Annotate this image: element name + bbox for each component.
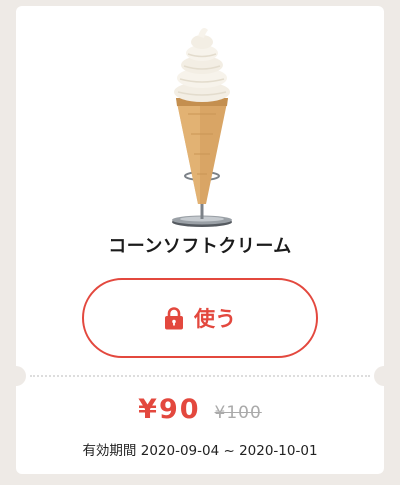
coupon-card: コーンソフトクリーム 使う ¥90 ¥100 有効期間 2020-09-04 ~… [16,6,384,474]
price-row: ¥90 ¥100 [16,394,384,425]
perforation-divider [30,375,370,377]
product-name: コーンソフトクリーム [108,236,292,257]
use-button-label: 使う [194,307,236,331]
ticket-notch-right [374,366,384,386]
soft-serve-cone-image [172,28,232,227]
original-price: ¥100 [214,403,262,423]
lock-icon [165,307,183,330]
use-coupon-button[interactable]: 使う [82,278,318,358]
discount-price: ¥90 [138,394,201,425]
ticket-notch-left [16,366,26,386]
validity-period: 有効期間 2020-09-04 ~ 2020-10-01 [82,443,318,459]
